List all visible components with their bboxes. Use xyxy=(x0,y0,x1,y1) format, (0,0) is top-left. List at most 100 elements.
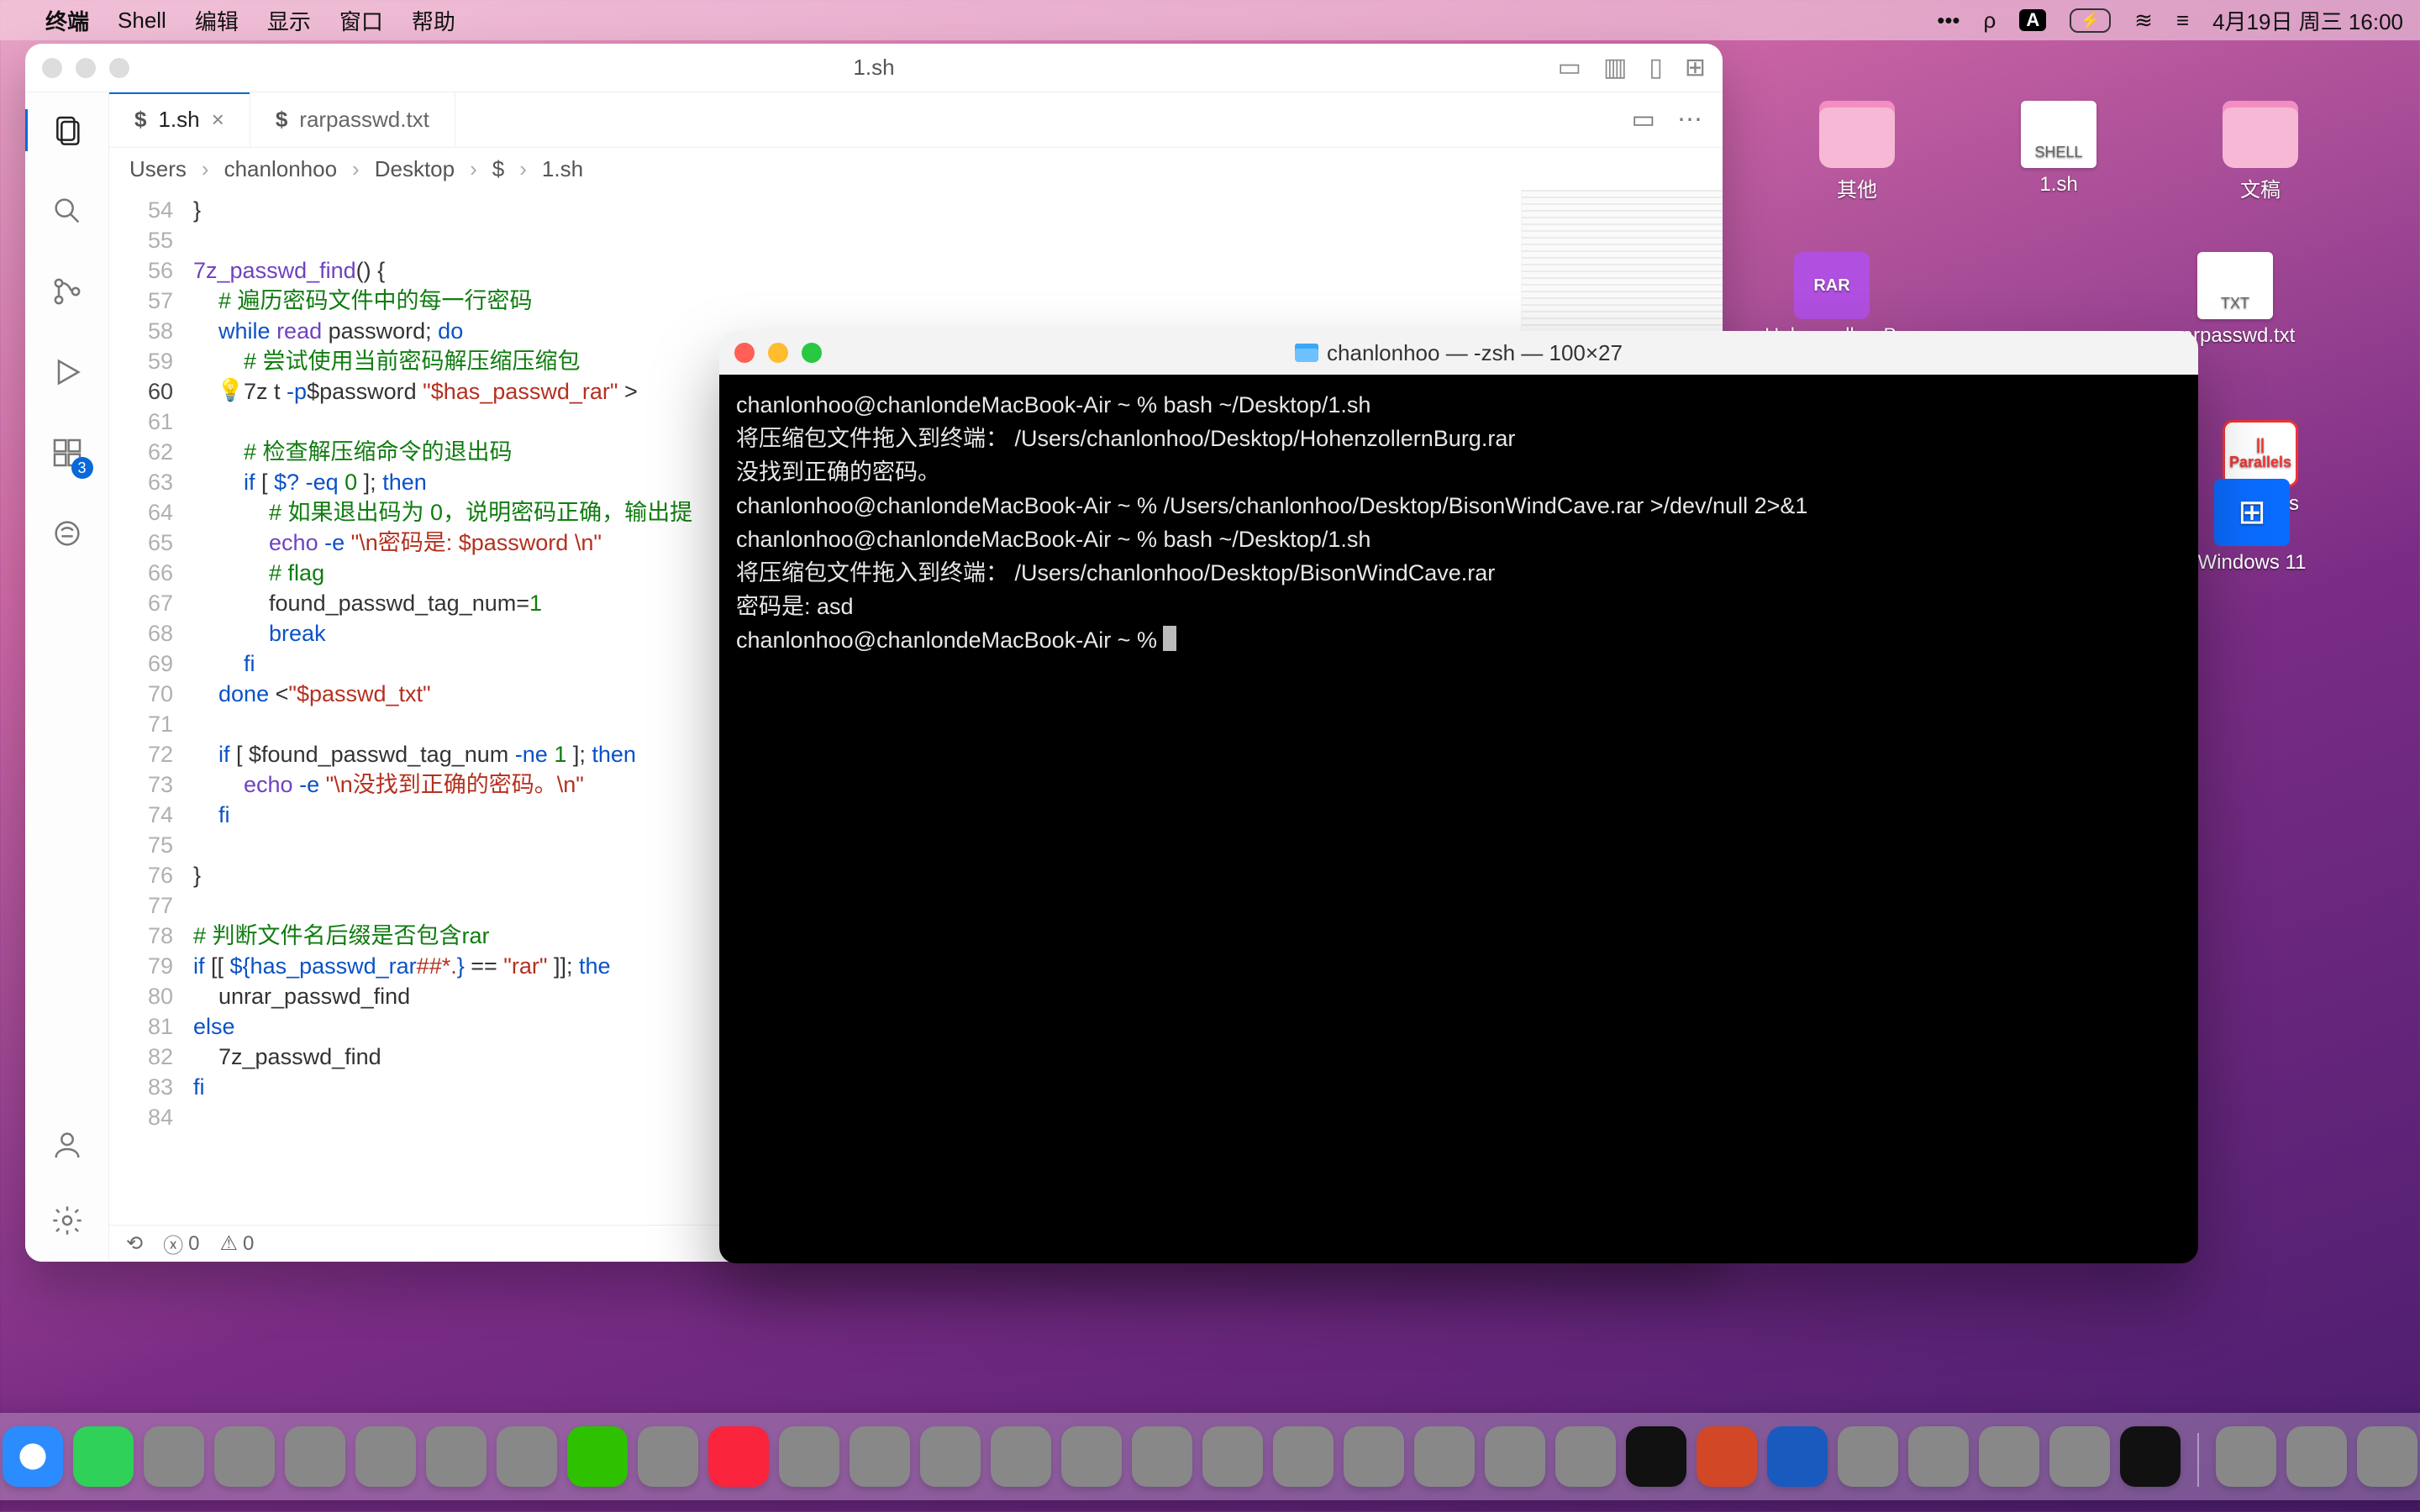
code-line[interactable] xyxy=(193,225,692,255)
menubar-item[interactable]: 显示 xyxy=(267,5,311,36)
code-line[interactable]: while read password; do xyxy=(193,316,692,346)
desktop-icon[interactable]: 其他 xyxy=(1790,101,1924,202)
desktop-icon[interactable]: 文稿 xyxy=(2193,101,2328,202)
dock-app-word[interactable] xyxy=(1767,1426,1828,1487)
code-line[interactable]: 7z_passwd_find xyxy=(193,1042,692,1072)
editor-tab[interactable]: $1.sh× xyxy=(109,92,250,147)
close-tab-icon[interactable]: × xyxy=(212,107,224,133)
fullscreen-icon[interactable] xyxy=(109,58,129,78)
dock-app-appgeneric[interactable] xyxy=(991,1426,1051,1487)
terminal-titlebar[interactable]: chanlonhoo — -zsh — 100×27 xyxy=(719,331,2198,375)
explorer-icon[interactable] xyxy=(46,109,88,151)
dock-app-messages[interactable] xyxy=(73,1426,134,1487)
dock-app-appgeneric[interactable] xyxy=(497,1426,557,1487)
code-line[interactable]: echo -e "\n没找到正确的密码。\n" xyxy=(193,769,692,800)
dock-app-music[interactable] xyxy=(708,1426,769,1487)
dock-app-appgeneric[interactable] xyxy=(285,1426,345,1487)
code-line[interactable] xyxy=(193,1102,692,1132)
code-line[interactable]: # flag xyxy=(193,558,692,588)
breadcrumb-item[interactable]: Users xyxy=(129,156,187,182)
dock-app-appgeneric[interactable] xyxy=(2216,1426,2276,1487)
minimize-icon[interactable] xyxy=(76,58,96,78)
menubar-item[interactable]: 窗口 xyxy=(339,5,383,36)
dock-app-appgeneric[interactable] xyxy=(779,1426,839,1487)
dock-app-appgeneric[interactable] xyxy=(1132,1426,1192,1487)
menu-extra-icon[interactable]: ρ xyxy=(1984,8,1996,34)
vscode-titlebar[interactable]: 1.sh ▭ ▥ ▯ ⊞ xyxy=(25,44,1723,92)
code-line[interactable] xyxy=(193,830,692,860)
code-body[interactable]: } 7z_passwd_find() { # 遍历密码文件中的每一行密码 whi… xyxy=(193,190,692,1225)
editor-tab[interactable]: $rarpasswd.txt xyxy=(250,92,455,147)
code-line[interactable]: if [[ ${has_passwd_rar##*.} == "rar" ]];… xyxy=(193,951,692,981)
extensions-icon[interactable]: 3 xyxy=(46,432,88,474)
dock-app-appgeneric[interactable] xyxy=(2286,1426,2347,1487)
copilot-icon[interactable] xyxy=(46,512,88,554)
minimize-icon[interactable] xyxy=(768,343,788,363)
lightbulb-icon[interactable]: 💡 xyxy=(217,375,244,405)
run-debug-icon[interactable] xyxy=(46,351,88,393)
code-line[interactable]: 7z_passwd_find() { xyxy=(193,255,692,286)
code-line[interactable]: # 判断文件名后缀是否包含rar xyxy=(193,921,692,951)
dock-app-appgeneric[interactable] xyxy=(426,1426,487,1487)
breadcrumb-item[interactable]: 1.sh xyxy=(542,156,583,182)
desktop-icon[interactable]: ⊞Windows 11 xyxy=(2185,479,2319,575)
dock-app-appgeneric[interactable] xyxy=(2049,1426,2110,1487)
wifi-icon[interactable]: ≋ xyxy=(2134,8,2153,34)
breadcrumb-item[interactable]: $ xyxy=(492,156,504,182)
split-editor-icon[interactable]: ▭ xyxy=(1632,105,1655,134)
menu-extra-icon[interactable]: ••• xyxy=(1937,8,1960,34)
battery-icon[interactable]: ⚡ xyxy=(2070,8,2111,33)
dock-app-appgeneric[interactable] xyxy=(1273,1426,1334,1487)
code-line[interactable]: unrar_passwd_find xyxy=(193,981,692,1011)
dock-app-appgeneric[interactable] xyxy=(1908,1426,1969,1487)
code-line[interactable]: done <"$passwd_txt" xyxy=(193,679,692,709)
fullscreen-icon[interactable] xyxy=(802,343,822,363)
code-line[interactable] xyxy=(193,709,692,739)
code-line[interactable]: # 检查解压缩命令的退出码 xyxy=(193,437,692,467)
dock-app-appgeneric[interactable] xyxy=(1555,1426,1616,1487)
terminal-body[interactable]: chanlonhoo@chanlondeMacBook-Air ~ % bash… xyxy=(719,375,2198,1263)
layout-icon[interactable]: ▯ xyxy=(1649,53,1663,82)
settings-gear-icon[interactable] xyxy=(46,1200,88,1242)
dock-app-safari[interactable] xyxy=(3,1426,63,1487)
code-line[interactable]: # 遍历密码文件中的每一行密码 xyxy=(193,286,692,316)
menubar-item[interactable]: 帮助 xyxy=(412,5,455,36)
control-center-icon[interactable]: ≡ xyxy=(2176,8,2189,34)
close-icon[interactable] xyxy=(42,58,62,78)
breadcrumb-item[interactable]: chanlonhoo xyxy=(224,156,337,182)
dock-app-appgeneric[interactable] xyxy=(920,1426,981,1487)
window-traffic-lights[interactable] xyxy=(42,58,129,78)
dock-app-appgeneric[interactable] xyxy=(1344,1426,1404,1487)
dock-app-ppt[interactable] xyxy=(1697,1426,1757,1487)
code-line[interactable]: found_passwd_tag_num=1 xyxy=(193,588,692,618)
code-line[interactable]: } xyxy=(193,195,692,225)
code-line[interactable]: if [ $found_passwd_tag_num -ne 1 ]; then xyxy=(193,739,692,769)
window-traffic-lights[interactable] xyxy=(734,343,822,363)
code-line[interactable]: fi xyxy=(193,1072,692,1102)
code-line[interactable]: 7z t -p$password "$has_passwd_rar" > xyxy=(193,376,692,407)
errors-count[interactable]: ⓧ 0 xyxy=(163,1229,199,1258)
dock-app-appgeneric[interactable] xyxy=(638,1426,698,1487)
menubar-item[interactable]: Shell xyxy=(118,8,166,34)
menubar-clock[interactable]: 4月19日 周三 16:00 xyxy=(2212,5,2403,36)
dock-app-appgeneric[interactable] xyxy=(1485,1426,1545,1487)
layout-icon[interactable]: ▭ xyxy=(1558,53,1581,82)
code-line[interactable]: break xyxy=(193,618,692,648)
warnings-count[interactable]: ⚠ 0 xyxy=(219,1231,254,1256)
dock-app-appgeneric[interactable] xyxy=(355,1426,416,1487)
dock-app-appgeneric[interactable] xyxy=(1838,1426,1898,1487)
account-icon[interactable] xyxy=(46,1124,88,1166)
breadcrumb-item[interactable]: Desktop xyxy=(375,156,455,182)
code-line[interactable]: fi xyxy=(193,648,692,679)
code-line[interactable]: else xyxy=(193,1011,692,1042)
more-actions-icon[interactable]: ⋯ xyxy=(1677,105,1702,134)
dock-app-appgeneric[interactable] xyxy=(1202,1426,1263,1487)
layout-icon[interactable]: ⊞ xyxy=(1685,53,1706,82)
code-line[interactable] xyxy=(193,890,692,921)
close-icon[interactable] xyxy=(734,343,755,363)
menubar-item[interactable]: 编辑 xyxy=(195,5,239,36)
dock-app-appgeneric[interactable] xyxy=(850,1426,910,1487)
search-icon[interactable] xyxy=(46,190,88,232)
code-line[interactable]: fi xyxy=(193,800,692,830)
code-line[interactable]: echo -e "\n密码是: $password \n" xyxy=(193,528,692,558)
